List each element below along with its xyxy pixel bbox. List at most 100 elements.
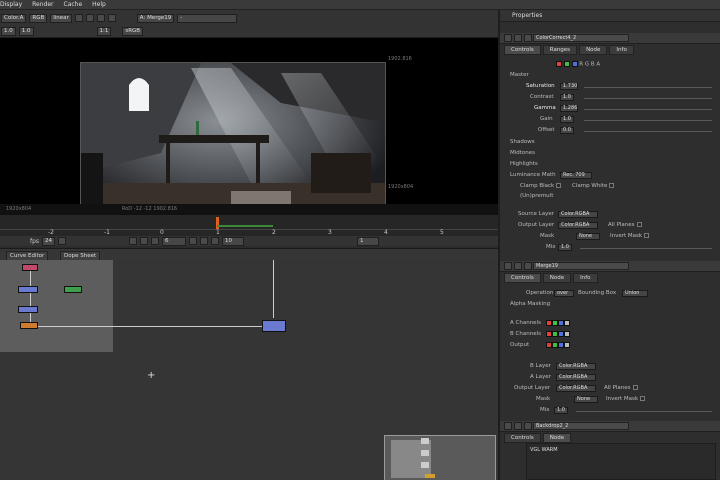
input-b-dropdown[interactable]: - bbox=[177, 13, 238, 23]
node-color-icon[interactable] bbox=[524, 422, 532, 430]
luminance-math-dropdown[interactable]: Rec. 709 bbox=[560, 172, 592, 179]
checkbox-icon[interactable] bbox=[636, 222, 642, 227]
next-frame-icon[interactable] bbox=[189, 237, 198, 245]
source-layer-dropdown[interactable]: Color.RGBA bbox=[558, 211, 598, 218]
checkbox-icon[interactable] bbox=[640, 396, 646, 401]
playhead-marker[interactable] bbox=[216, 217, 219, 229]
color-picker-icon[interactable] bbox=[85, 14, 94, 22]
clamp-white-checkbox[interactable]: Clamp White bbox=[572, 183, 615, 189]
frame-forward-icon[interactable] bbox=[211, 237, 220, 245]
loop-icon[interactable] bbox=[58, 237, 67, 245]
clamp-black-checkbox[interactable]: Clamp Black bbox=[520, 183, 562, 189]
contrast-field[interactable]: 1.0 bbox=[560, 94, 574, 101]
tab-ranges[interactable]: Ranges bbox=[542, 45, 578, 55]
shadows-section[interactable]: Shadows bbox=[510, 139, 535, 145]
menu-render[interactable]: Render bbox=[32, 1, 53, 8]
mix-slider[interactable] bbox=[580, 248, 712, 249]
menu-cache[interactable]: Cache bbox=[64, 1, 83, 8]
blur-node[interactable] bbox=[18, 306, 38, 313]
a-layer-dropdown[interactable]: Color.RGBA bbox=[556, 374, 596, 381]
output-toggles[interactable] bbox=[546, 342, 570, 349]
color-node[interactable] bbox=[64, 286, 82, 293]
node-name-field[interactable]: Merge19 bbox=[533, 262, 629, 270]
float-icon[interactable] bbox=[514, 34, 522, 42]
node-name-field[interactable]: Backdrop2_2 bbox=[533, 422, 629, 430]
checkbox-icon[interactable] bbox=[609, 183, 615, 188]
offset-field[interactable]: 0.0 bbox=[560, 127, 574, 134]
gain-field[interactable]: 1.0 bbox=[18, 26, 34, 36]
roi-icon[interactable] bbox=[96, 14, 105, 22]
merge19-node[interactable] bbox=[262, 320, 286, 332]
gain-field[interactable]: 1.0 bbox=[560, 116, 574, 123]
input-a-dropdown[interactable]: A: Merge19 bbox=[136, 13, 175, 23]
tab-node[interactable]: Node bbox=[542, 433, 572, 443]
midtones-section[interactable]: Midtones bbox=[510, 150, 535, 156]
green-channel-toggle[interactable] bbox=[563, 61, 570, 67]
read-node[interactable] bbox=[22, 264, 38, 271]
merge-invert-mask-checkbox[interactable]: Invert Mask bbox=[606, 396, 646, 402]
contrast-slider[interactable] bbox=[584, 98, 712, 99]
tab-curve-editor[interactable]: Curve Editor bbox=[6, 251, 49, 260]
pointer-icon[interactable] bbox=[74, 14, 83, 22]
play-backward-icon[interactable] bbox=[140, 237, 149, 245]
gamma-field[interactable]: 1.286 bbox=[560, 105, 578, 112]
out-point-field[interactable]: 1 bbox=[357, 236, 380, 246]
node-color-icon[interactable] bbox=[524, 34, 532, 42]
float-icon[interactable] bbox=[514, 422, 522, 430]
all-planes-checkbox[interactable]: All Planes bbox=[608, 222, 642, 228]
menu-display[interactable]: Display bbox=[0, 1, 22, 8]
mask-dropdown[interactable]: None bbox=[576, 233, 600, 240]
bbox-dropdown[interactable]: Union bbox=[622, 290, 648, 297]
merge-mix-field[interactable]: 1.0 bbox=[554, 407, 568, 414]
output-layer-dropdown[interactable]: Color.RGBA bbox=[558, 222, 598, 229]
minimap[interactable] bbox=[384, 435, 496, 480]
tab-controls[interactable]: Controls bbox=[504, 433, 541, 443]
highlights-section[interactable]: Highlights bbox=[510, 161, 538, 167]
tab-node[interactable]: Node bbox=[579, 45, 608, 55]
checkbox-icon[interactable] bbox=[632, 385, 638, 390]
node-color-icon[interactable] bbox=[524, 262, 532, 270]
colorspace-dropdown[interactable]: sRGB bbox=[122, 26, 144, 36]
tab-controls[interactable]: Controls bbox=[504, 273, 541, 283]
node-name-field[interactable]: ColorCorrect4_2 bbox=[533, 34, 629, 42]
lut-dropdown[interactable]: linear bbox=[50, 13, 72, 23]
grade-node[interactable] bbox=[18, 286, 38, 293]
merge-all-planes-checkbox[interactable]: All Planes bbox=[604, 385, 638, 391]
checkbox-icon[interactable] bbox=[556, 183, 562, 188]
tab-info[interactable]: Info bbox=[609, 45, 634, 55]
menu-help[interactable]: Help bbox=[92, 1, 106, 8]
tab-controls[interactable]: Controls bbox=[504, 45, 541, 55]
close-icon[interactable] bbox=[504, 34, 512, 42]
merge-output-layer-dropdown[interactable]: Color.RGBA bbox=[556, 385, 596, 392]
saturation-slider[interactable] bbox=[584, 87, 712, 88]
close-icon[interactable] bbox=[504, 262, 512, 270]
close-icon[interactable] bbox=[504, 422, 512, 430]
backdrop-label-text[interactable]: VGL WARM bbox=[526, 443, 716, 480]
merge-mix-slider[interactable] bbox=[576, 411, 712, 412]
channel-dropdown[interactable]: Color.A bbox=[1, 13, 27, 23]
crop-node[interactable] bbox=[20, 322, 38, 329]
offset-slider[interactable] bbox=[584, 131, 712, 132]
prev-frame-icon[interactable] bbox=[151, 237, 160, 245]
blue-channel-toggle[interactable] bbox=[571, 61, 578, 67]
a-channels-toggles[interactable] bbox=[546, 320, 570, 327]
invert-mask-checkbox[interactable]: Invert Mask bbox=[610, 233, 650, 239]
viewer-canvas[interactable]: 1902.816 1920x804 bbox=[0, 38, 498, 230]
frame-back-icon[interactable] bbox=[129, 237, 138, 245]
display-mode-dropdown[interactable]: RGB bbox=[29, 13, 48, 23]
tab-node[interactable]: Node bbox=[542, 273, 572, 283]
gain-slider[interactable] bbox=[584, 120, 712, 121]
float-icon[interactable] bbox=[514, 262, 522, 270]
saturation-field[interactable]: 1.730 bbox=[560, 83, 578, 90]
gamma-slider[interactable] bbox=[584, 109, 712, 110]
checkbox-icon[interactable] bbox=[644, 233, 650, 238]
tab-dope-sheet[interactable]: Dope Sheet bbox=[60, 251, 101, 260]
increment-field[interactable]: 10 bbox=[222, 236, 245, 246]
current-frame-field[interactable]: 6 bbox=[162, 236, 187, 246]
fps-field[interactable]: 24 bbox=[42, 236, 56, 246]
node-graph[interactable]: + bbox=[0, 260, 498, 480]
zoom-dropdown[interactable]: 1:1 bbox=[96, 26, 112, 36]
gamma-field[interactable]: 1.0 bbox=[1, 26, 16, 36]
tab-info[interactable]: Info bbox=[573, 273, 598, 283]
mix-field[interactable]: 1.0 bbox=[558, 244, 572, 251]
